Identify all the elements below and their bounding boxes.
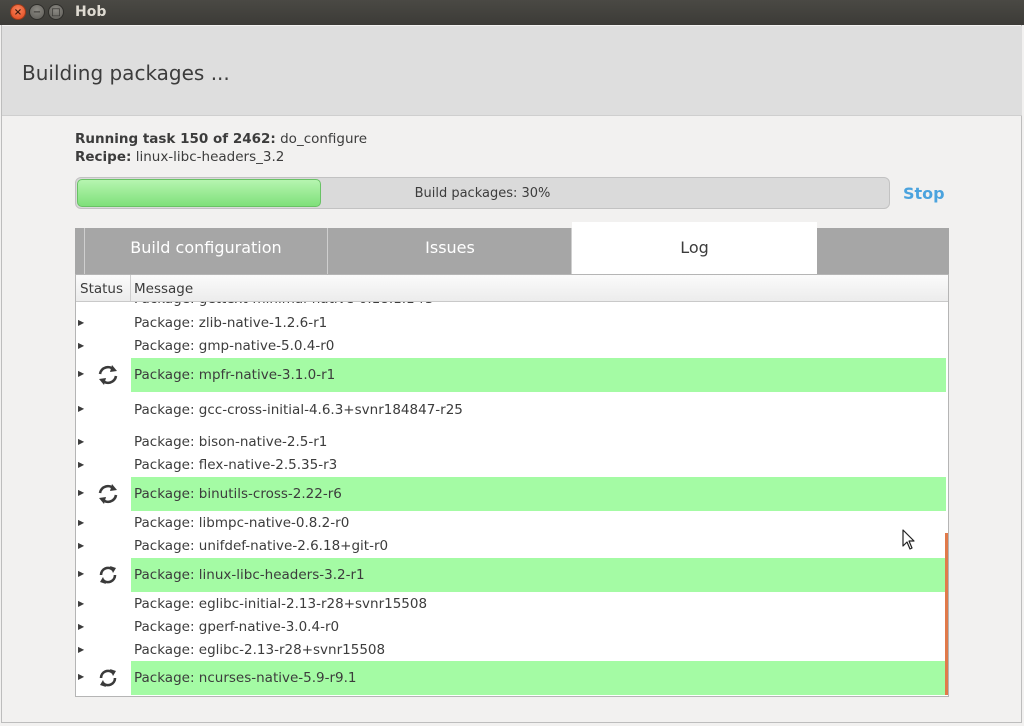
row-message: Package: gcc-cross-initial-4.6.3+svnr184… — [134, 402, 463, 418]
running-task-label: Running task 150 of 2462: — [75, 131, 276, 147]
table-row[interactable]: ▶ Package: unifdef-native-2.6.18+git-r0 — [76, 535, 948, 558]
tab-build-configuration[interactable]: Build configuration — [84, 228, 328, 274]
recipe-line: Recipe: linux-libc-headers_3.2 — [75, 149, 284, 165]
expander-arrow-icon[interactable]: ▶ — [78, 341, 86, 350]
tab-bar: Build configuration Issues Log — [75, 222, 949, 274]
minimize-window-button[interactable]: − — [29, 4, 45, 20]
column-header-message[interactable]: Message — [134, 281, 193, 297]
table-row[interactable]: ▶ Package: mpfr-native-3.1.0-r1 — [76, 358, 948, 392]
row-message: Package: gperf-native-3.0.4-r0 — [134, 619, 340, 635]
refresh-icon — [95, 665, 121, 691]
title-bar: × − □ Hob — [0, 0, 1024, 25]
mouse-cursor-icon — [902, 529, 915, 550]
expander-arrow-icon[interactable]: ▶ — [78, 488, 86, 497]
table-row[interactable]: ▶ Package: eglibc-initial-2.13-r28+svnr15… — [76, 593, 948, 616]
row-message: Package: flex-native-2.5.35-r3 — [134, 457, 338, 473]
window-title: Hob — [75, 4, 107, 20]
progress-text: Build packages: 30% — [414, 186, 551, 201]
expander-arrow-icon[interactable]: ▶ — [78, 622, 86, 631]
close-window-button[interactable]: × — [10, 4, 26, 20]
expander-arrow-icon[interactable]: ▶ — [78, 541, 86, 550]
row-message: Package: mpfr-native-3.1.0-r1 — [131, 358, 946, 392]
row-message: Package: gmp-native-5.0.4-r0 — [134, 338, 335, 354]
table-row[interactable]: ▶ Package: binutils-cross-2.22-r6 — [76, 477, 948, 511]
expander-arrow-icon[interactable]: ▶ — [78, 518, 86, 527]
table-row[interactable]: ▶ Package: eglibc-2.13-r28+svnr15508 — [76, 639, 948, 662]
build-progress-bar: Build packages: 30% — [75, 177, 890, 209]
row-message: Package: bison-native-2.5-r1 — [134, 434, 328, 450]
recipe-label: Recipe: — [75, 149, 132, 165]
row-message: Package: eglibc-2.13-r28+svnr15508 — [134, 642, 386, 658]
table-row[interactable]: ▶ Package: bison-native-2.5-r1 — [76, 431, 948, 454]
running-task-value: do_configure — [280, 131, 368, 147]
page-title: Building packages ... — [22, 61, 230, 85]
expander-arrow-icon[interactable]: ▶ — [78, 672, 86, 681]
row-message: Package: unifdef-native-2.6.18+git-r0 — [134, 538, 389, 554]
maximize-window-button[interactable]: □ — [48, 4, 64, 20]
row-message: Package: zlib-native-1.2.6-r1 — [134, 315, 328, 331]
row-message: Package: binutils-cross-2.22-r6 — [131, 477, 946, 511]
stop-button[interactable]: Stop — [903, 184, 945, 203]
expander-arrow-icon[interactable]: ▶ — [78, 404, 86, 413]
table-header: Status Message — [76, 275, 948, 302]
header-banner: Building packages ... — [2, 26, 1022, 116]
row-message: Package: ncurses-native-5.9-r9.1 — [131, 661, 946, 695]
table-row[interactable]: ▶ Package: flex-native-2.5.35-r3 — [76, 454, 948, 477]
expander-arrow-icon[interactable]: ▶ — [78, 318, 86, 327]
tab-log[interactable]: Log — [572, 222, 817, 274]
running-task-line: Running task 150 of 2462: do_configure — [75, 131, 367, 147]
expander-arrow-icon[interactable]: ▶ — [78, 437, 86, 446]
refresh-icon — [95, 562, 121, 588]
table-row[interactable]: ▶ Package: libmpc-native-0.8.2-r0 — [76, 512, 948, 535]
recipe-value: linux-libc-headers_3.2 — [135, 149, 285, 165]
expander-arrow-icon[interactable]: ▶ — [78, 369, 86, 378]
table-row[interactable]: ▶ Package: zlib-native-1.2.6-r1 — [76, 312, 948, 335]
expander-arrow-icon[interactable]: ▶ — [78, 569, 86, 578]
column-header-status[interactable]: Status — [80, 281, 123, 297]
column-separator — [130, 275, 131, 301]
table-row[interactable]: ▶ Package: linux-libc-headers-3.2-r1 — [76, 558, 948, 592]
tab-issues[interactable]: Issues — [329, 228, 572, 274]
sync-icon — [95, 362, 121, 388]
row-message: Package: eglibc-initial-2.13-r28+svnr155… — [134, 596, 428, 612]
expander-arrow-icon[interactable]: ▶ — [78, 599, 86, 608]
row-message: Package: libmpc-native-0.8.2-r0 — [134, 515, 350, 531]
scroll-indicator[interactable] — [945, 533, 948, 695]
table-row[interactable]: ▶ Package: gperf-native-3.0.4-r0 — [76, 616, 948, 639]
table-row[interactable]: ▶ Package: gmp-native-5.0.4-r0 — [76, 335, 948, 358]
table-row[interactable]: ▶ Package: gcc-cross-initial-4.6.3+svnr18… — [76, 393, 948, 427]
table-row[interactable]: ▶ Package: ncurses-native-5.9-r9.1 — [76, 661, 948, 695]
row-message: Package: linux-libc-headers-3.2-r1 — [131, 558, 946, 592]
sync-icon — [95, 481, 121, 507]
expander-arrow-icon[interactable]: ▶ — [78, 645, 86, 654]
log-table[interactable]: Package: gettext-minimal-native-0.18.1.1… — [75, 274, 949, 697]
expander-arrow-icon[interactable]: ▶ — [78, 460, 86, 469]
